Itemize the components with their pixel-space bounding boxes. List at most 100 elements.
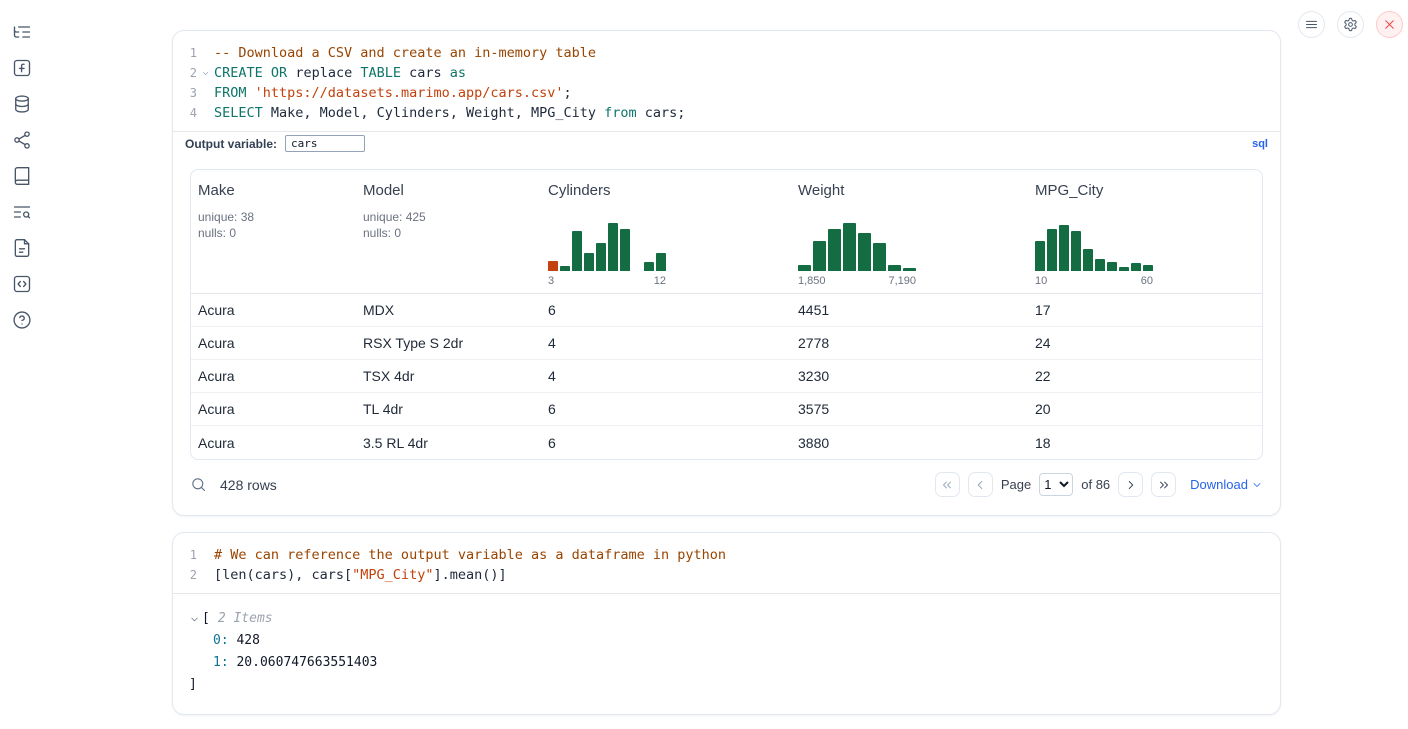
dependency-graph-icon[interactable]	[12, 130, 32, 150]
line-number: 2	[173, 565, 197, 585]
output-variable-input[interactable]	[285, 135, 365, 152]
hist-axis: 1,8507,190	[798, 275, 916, 287]
line-number: 1	[173, 43, 197, 63]
table-cell: Acura	[191, 302, 356, 318]
hist-bar[interactable]	[548, 261, 558, 271]
code-text: CREATE OR replace TABLE cars as	[214, 63, 466, 83]
tree-key: 0:	[213, 633, 229, 648]
table-cell: 20	[1028, 401, 1262, 417]
table-row: AcuraTL 4dr6357520	[191, 393, 1262, 426]
line-number: 3	[173, 83, 197, 103]
hist-bar[interactable]	[1131, 263, 1141, 271]
next-page-button[interactable]	[1118, 472, 1143, 497]
search-list-icon[interactable]	[12, 202, 32, 222]
table-cell: 3880	[791, 435, 1028, 451]
notebook-icon[interactable]	[12, 166, 32, 186]
hist-bar[interactable]	[1071, 231, 1081, 271]
tree-value: 428	[229, 633, 260, 648]
column-stats: unique: 38nulls: 0	[198, 209, 356, 241]
table-cell: 17	[1028, 302, 1262, 318]
collapse-toggle-icon[interactable]	[189, 614, 200, 625]
data-table: Makeunique: 38nulls: 0Modelunique: 425nu…	[190, 169, 1263, 460]
sql-code-editor[interactable]: 1 -- Download a CSV and create an in-memo…	[173, 31, 1280, 131]
table-cell: MDX	[356, 302, 541, 318]
table-cell: TL 4dr	[356, 401, 541, 417]
prev-page-button[interactable]	[968, 472, 993, 497]
last-page-button[interactable]	[1151, 472, 1176, 497]
search-icon[interactable]	[190, 476, 207, 493]
download-label: Download	[1190, 477, 1248, 492]
document-icon[interactable]	[12, 238, 32, 258]
table-cell: Acura	[191, 435, 356, 451]
close-icon	[1382, 17, 1397, 32]
line-number: 1	[173, 545, 197, 565]
python-code-editor[interactable]: 1# We can reference the output variable …	[173, 533, 1280, 594]
hist-bar[interactable]	[813, 241, 826, 271]
hist-bar[interactable]	[1035, 241, 1045, 271]
hist-bar[interactable]	[843, 223, 856, 271]
hist-bar[interactable]	[572, 231, 582, 271]
table-cell: 18	[1028, 435, 1262, 451]
left-sidebar	[0, 0, 44, 729]
sql-cell: 1 -- Download a CSV and create an in-memo…	[172, 30, 1281, 516]
hist-bar[interactable]	[644, 262, 654, 271]
code-text: -- Download a CSV and create an in-memor…	[214, 43, 596, 63]
code-line: 3 FROM 'https://datasets.marimo.app/cars.…	[173, 83, 1280, 103]
hist-bar[interactable]	[1095, 259, 1105, 271]
hist-bar[interactable]	[858, 233, 871, 271]
hist-bar[interactable]	[888, 265, 901, 271]
first-page-button[interactable]	[935, 472, 960, 497]
hist-bar[interactable]	[656, 253, 666, 271]
hist-bar[interactable]	[1107, 262, 1117, 271]
hist-axis: 312	[548, 275, 666, 287]
hist-bar[interactable]	[1143, 265, 1153, 271]
hist-bar[interactable]	[1119, 267, 1129, 271]
fold-gutter	[197, 43, 214, 63]
table-cell: 6	[541, 302, 791, 318]
hist-bar[interactable]	[596, 243, 606, 271]
column-header-make[interactable]: Makeunique: 38nulls: 0	[191, 170, 356, 293]
table-body: AcuraMDX6445117AcuraRSX Type S 2dr427782…	[191, 294, 1262, 459]
hist-bar[interactable]	[873, 243, 886, 271]
column-label: MPG_City	[1035, 182, 1262, 199]
settings-button[interactable]	[1337, 11, 1364, 38]
functions-icon[interactable]	[12, 58, 32, 78]
column-header-model[interactable]: Modelunique: 425nulls: 0	[356, 170, 541, 293]
hist-bar[interactable]	[560, 266, 570, 271]
fold-toggle-icon[interactable]	[197, 63, 214, 83]
hist-bar[interactable]	[620, 229, 630, 271]
file-tree-icon[interactable]	[12, 22, 32, 42]
items-count: 2 Items	[218, 608, 273, 630]
page-select[interactable]: 1	[1039, 473, 1073, 496]
code-text: FROM 'https://datasets.marimo.app/cars.c…	[214, 83, 572, 103]
histogram-cylinders: 312	[548, 221, 666, 287]
table-cell: 22	[1028, 368, 1262, 384]
hist-bar[interactable]	[828, 229, 841, 271]
table-cell: 2778	[791, 335, 1028, 351]
close-bracket: ]	[189, 674, 1264, 696]
menu-button[interactable]	[1298, 11, 1325, 38]
hist-bar[interactable]	[1047, 229, 1057, 271]
hist-bar[interactable]	[1059, 225, 1069, 271]
table-cell: 3.5 RL 4dr	[356, 435, 541, 451]
snippets-icon[interactable]	[12, 274, 32, 294]
row-count: 428 rows	[220, 477, 277, 493]
output-variable-label: Output variable:	[185, 137, 277, 151]
notebook: 1 -- Download a CSV and create an in-memo…	[172, 0, 1281, 715]
table-cell: RSX Type S 2dr	[356, 335, 541, 351]
column-header-cylinders[interactable]: Cylinders312	[541, 170, 791, 293]
column-header-mpg_city[interactable]: MPG_City1060	[1028, 170, 1262, 293]
close-button[interactable]	[1376, 11, 1403, 38]
table-cell: Acura	[191, 368, 356, 384]
hist-bar[interactable]	[608, 223, 618, 271]
column-header-weight[interactable]: Weight1,8507,190	[791, 170, 1028, 293]
tree-value: 20.060747663551403	[229, 655, 378, 670]
database-icon[interactable]	[12, 94, 32, 114]
hist-bar[interactable]	[1083, 249, 1093, 271]
hist-bar[interactable]	[798, 265, 811, 271]
hist-bar[interactable]	[584, 253, 594, 271]
download-button[interactable]: Download	[1190, 477, 1263, 492]
chevron-down-icon	[1251, 479, 1263, 491]
hist-bar[interactable]	[903, 268, 916, 271]
help-icon[interactable]	[12, 310, 32, 330]
